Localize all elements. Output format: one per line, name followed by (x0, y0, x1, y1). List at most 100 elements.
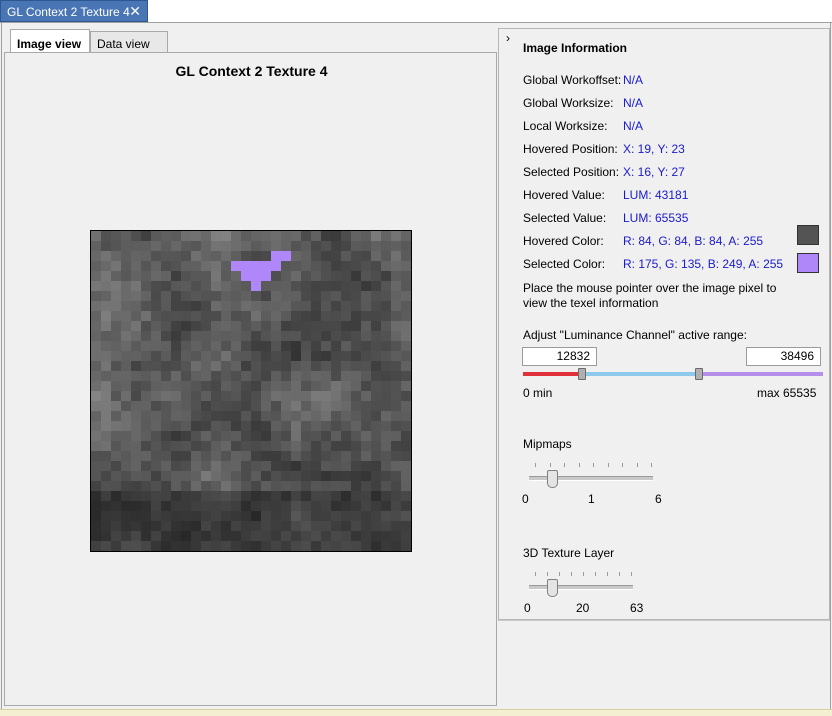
texel (91, 311, 101, 321)
texel (341, 461, 351, 471)
document-tab[interactable]: GL Context 2 Texture 4 ✕ (0, 0, 148, 22)
texel (291, 251, 301, 261)
texel (351, 321, 361, 331)
hovered-color-label: Hovered Color: (523, 234, 604, 248)
texel (171, 241, 181, 251)
texture-image[interactable] (90, 230, 412, 552)
texel (231, 511, 241, 521)
texel (271, 441, 281, 451)
local-worksize-label: Local Worksize: (523, 119, 608, 133)
texel (291, 271, 301, 281)
texel (391, 471, 401, 481)
mipmaps-slider-thumb[interactable] (546, 470, 558, 488)
texel (161, 381, 171, 391)
texel (131, 411, 141, 421)
texel (101, 451, 111, 461)
range-low-input[interactable]: 12832 (522, 347, 597, 366)
texel (361, 401, 371, 411)
texel (101, 391, 111, 401)
texel (271, 451, 281, 461)
texel (291, 431, 301, 441)
texture-layer-slider-thumb[interactable] (546, 579, 558, 597)
texel (281, 531, 291, 541)
texel (351, 441, 361, 451)
texel (291, 511, 301, 521)
texture-layer-track[interactable] (529, 585, 633, 590)
texel (111, 291, 121, 301)
texel (241, 461, 251, 471)
texel (351, 251, 361, 261)
texel (211, 471, 221, 481)
texel (151, 281, 161, 291)
texel (231, 311, 241, 321)
texel (271, 531, 281, 541)
texel (221, 321, 231, 331)
texel (331, 521, 341, 531)
texel (121, 401, 131, 411)
texel (211, 391, 221, 401)
texel (211, 411, 221, 421)
range-low-handle[interactable] (577, 368, 586, 380)
texel (381, 381, 391, 391)
image-pane: Image view Data view GL Context 2 Textur… (4, 28, 497, 708)
close-icon[interactable]: ✕ (129, 3, 141, 20)
panel-empty-area (498, 620, 830, 709)
range-bar[interactable] (523, 372, 823, 376)
collapse-arrow-icon[interactable]: › (506, 31, 510, 45)
tab-data-view[interactable]: Data view (90, 31, 168, 53)
texel (391, 241, 401, 251)
texel (351, 341, 361, 351)
texel (241, 331, 251, 341)
texel (401, 291, 411, 301)
texel (331, 241, 341, 251)
texel (121, 471, 131, 481)
texel (131, 351, 141, 361)
texel (161, 421, 171, 431)
texel (171, 501, 181, 511)
texel (361, 301, 371, 311)
texel (331, 311, 341, 321)
texel (111, 351, 121, 361)
texel (381, 521, 391, 531)
texel (311, 361, 321, 371)
texel (331, 321, 341, 331)
texel (101, 251, 111, 261)
texel (301, 281, 311, 291)
texel (121, 251, 131, 261)
texel (271, 361, 281, 371)
texel (221, 371, 231, 381)
panel-title: Image Information (523, 41, 628, 55)
texel (271, 521, 281, 531)
texel (371, 321, 381, 331)
texel (141, 481, 151, 491)
slider-tick (583, 572, 584, 576)
texel (191, 521, 201, 531)
texel (331, 391, 341, 401)
texel (311, 381, 321, 391)
texel (121, 541, 131, 551)
texel (231, 271, 241, 281)
tab-image-view[interactable]: Image view (10, 29, 90, 53)
texel (131, 301, 141, 311)
range-high-input[interactable]: 38496 (746, 347, 821, 366)
texel (181, 321, 191, 331)
texel (131, 321, 141, 331)
texel (341, 441, 351, 451)
texel (381, 291, 391, 301)
texel (251, 481, 261, 491)
texel (201, 501, 211, 511)
texel (291, 311, 301, 321)
texel (181, 231, 191, 241)
texel (191, 411, 201, 421)
texel (261, 311, 271, 321)
global-workoffset-value: N/A (623, 73, 644, 87)
texel (121, 431, 131, 441)
hint-text: Place the mouse pointer over the image p… (523, 281, 777, 310)
texel (251, 491, 261, 501)
texel (231, 431, 241, 441)
range-high-handle[interactable] (695, 368, 704, 380)
texel (241, 441, 251, 451)
texel (171, 341, 181, 351)
texel (121, 491, 131, 501)
texel (111, 251, 121, 261)
